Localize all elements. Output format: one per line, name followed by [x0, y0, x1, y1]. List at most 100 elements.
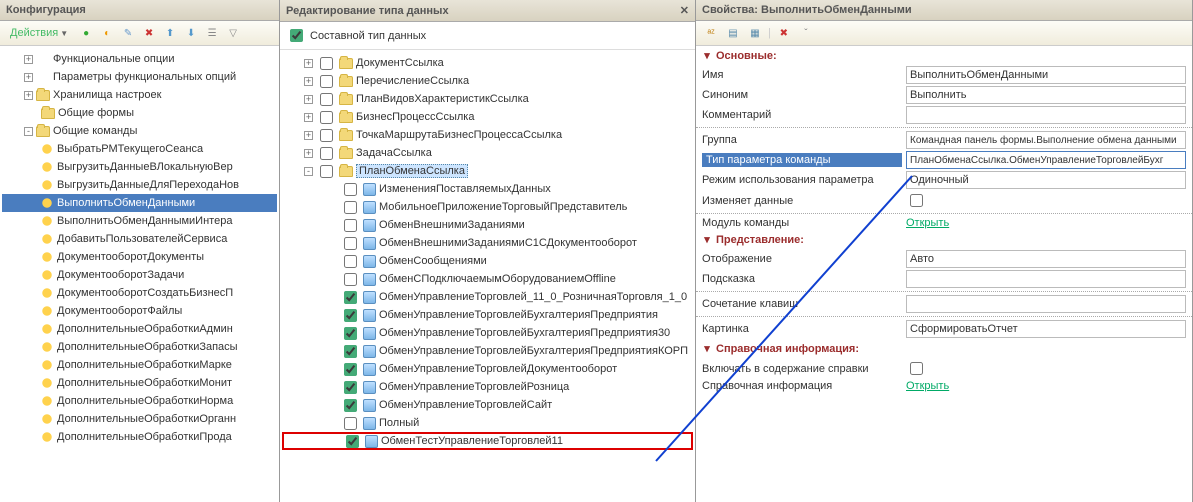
tree-row[interactable]: ДокументооборотФайлы [2, 302, 277, 320]
expand-icon[interactable]: + [24, 91, 33, 100]
modifies-checkbox[interactable] [910, 194, 923, 207]
type-checkbox[interactable] [320, 129, 333, 142]
tree-row[interactable]: ВыбратьРМТекущегоСеанса [2, 140, 277, 158]
type-checkbox[interactable] [344, 237, 357, 250]
type-tree-row[interactable]: ОбменСообщениями [282, 252, 693, 270]
type-checkbox[interactable] [320, 165, 333, 178]
tree-row[interactable]: ДополнительныеОбработкиПрода [2, 428, 277, 446]
type-tree-row[interactable]: МобильноеПриложениеТорговыйПредставитель [282, 198, 693, 216]
move-down-icon[interactable]: ⬇ [182, 24, 200, 42]
categorize2-icon[interactable]: ▦ [746, 24, 764, 42]
open-help-link[interactable]: Открыть [906, 380, 949, 392]
type-tree-row[interactable]: Полный [282, 414, 693, 432]
name-input[interactable]: ВыполнитьОбменДанными [906, 66, 1186, 84]
type-tree-row[interactable]: +ЗадачаСсылка [282, 144, 693, 162]
filter-icon[interactable]: ▽ [224, 24, 242, 42]
categorize-icon[interactable]: ▤ [724, 24, 742, 42]
expand-icon[interactable]: + [304, 77, 313, 86]
open-module-link[interactable]: Открыть [906, 217, 949, 229]
wand-icon[interactable]: ✎ [119, 24, 137, 42]
expand-icon[interactable]: - [24, 127, 33, 136]
type-tree-row[interactable]: ОбменТестУправлениеТорговлей11 [282, 432, 693, 450]
actions-menu[interactable]: Действия ▼ [4, 25, 74, 41]
type-tree-row[interactable]: +ДокументСсылка [282, 54, 693, 72]
type-checkbox[interactable] [320, 75, 333, 88]
collapse-icon[interactable]: ▾ [702, 233, 712, 246]
type-tree-row[interactable]: ОбменУправлениеТорговлейБухгалтерияПредп… [282, 324, 693, 342]
expand-icon[interactable]: + [304, 149, 313, 158]
tree-row[interactable]: ВыполнитьОбменДаннымиИнтера [2, 212, 277, 230]
type-checkbox[interactable] [344, 327, 357, 340]
expand-icon[interactable]: - [304, 167, 313, 176]
expand-icon[interactable]: + [304, 131, 313, 140]
synonym-input[interactable]: Выполнить [906, 86, 1186, 104]
expand-icon[interactable]: + [304, 59, 313, 68]
type-checkbox[interactable] [320, 57, 333, 70]
shortcut-input[interactable] [906, 295, 1186, 313]
type-tree-row[interactable]: ОбменУправлениеТорговлейДокументооборот [282, 360, 693, 378]
type-checkbox[interactable] [344, 201, 357, 214]
collapse-icon[interactable]: ▾ [702, 49, 712, 62]
add-icon[interactable]: ● [77, 24, 95, 42]
type-tree-row[interactable]: ОбменУправлениеТорговлейБухгалтерияПредп… [282, 306, 693, 324]
section-reference[interactable]: ▾ Справочная информация: [696, 339, 1192, 358]
collapse-icon[interactable]: ▾ [702, 342, 712, 355]
type-checkbox[interactable] [344, 255, 357, 268]
delete-icon[interactable]: ✖ [140, 24, 158, 42]
type-checkbox[interactable] [320, 93, 333, 106]
tree-row[interactable]: Общие формы [2, 104, 277, 122]
comment-input[interactable] [906, 106, 1186, 124]
type-checkbox[interactable] [344, 219, 357, 232]
type-tree-row[interactable]: ОбменВнешнимиЗаданиями [282, 216, 693, 234]
type-checkbox[interactable] [346, 435, 359, 448]
type-checkbox[interactable] [344, 381, 357, 394]
tree-row[interactable]: ДополнительныеОбработкиМонит [2, 374, 277, 392]
type-tree-row[interactable]: ОбменУправлениеТорговлей_11_0_РозничнаяТ… [282, 288, 693, 306]
expand-icon[interactable]: + [24, 73, 33, 82]
hint-input[interactable] [906, 270, 1186, 288]
usage-mode-input[interactable]: Одиночный [906, 171, 1186, 189]
sort-icon[interactable]: ☰ [203, 24, 221, 42]
expand-icon[interactable]: + [24, 55, 33, 64]
tree-row[interactable]: ДополнительныеОбработкиАдмин [2, 320, 277, 338]
expand-icon[interactable]: + [304, 113, 313, 122]
expand-icon[interactable]: + [304, 95, 313, 104]
tree-row[interactable]: ВыполнитьОбменДанными [2, 194, 277, 212]
type-tree-row[interactable]: ОбменУправлениеТорговлейРозница [282, 378, 693, 396]
type-tree[interactable]: +ДокументСсылка+ПеречислениеСсылка+ПланВ… [280, 50, 695, 502]
display-input[interactable]: Авто [906, 250, 1186, 268]
tree-row[interactable]: ДополнительныеОбработкиОрганн [2, 410, 277, 428]
type-checkbox[interactable] [320, 147, 333, 160]
type-checkbox[interactable] [344, 183, 357, 196]
type-tree-row[interactable]: +ТочкаМаршрутаБизнесПроцессаСсылка [282, 126, 693, 144]
clear-icon[interactable]: ✖ [775, 24, 793, 42]
type-tree-row[interactable]: ОбменВнешнимиЗаданиямиС1СДокументооборот [282, 234, 693, 252]
param-type-input[interactable]: ПланОбменаСсылка.ОбменУправлениеТорговле… [906, 151, 1186, 169]
type-tree-row[interactable]: +БизнесПроцессСсылка [282, 108, 693, 126]
type-tree-row[interactable]: -ПланОбменаСсылка [282, 162, 693, 180]
add-sub-icon[interactable]: ◐ [98, 24, 116, 42]
type-tree-row[interactable]: +ПеречислениеСсылка [282, 72, 693, 90]
type-checkbox[interactable] [320, 111, 333, 124]
tree-row[interactable]: ДополнительныеОбработкиМарке [2, 356, 277, 374]
type-checkbox[interactable] [344, 363, 357, 376]
tree-row[interactable]: ВыгрузитьДанныеДляПереходаНов [2, 176, 277, 194]
type-tree-row[interactable]: ОбменСПодключаемымОборудованиемOffline [282, 270, 693, 288]
tree-row[interactable]: +Хранилища настроек [2, 86, 277, 104]
group-input[interactable]: Командная панель формы.Выполнение обмена… [906, 131, 1186, 149]
tree-row[interactable]: +Параметры функциональных опций [2, 68, 277, 86]
section-main[interactable]: ▾ Основные: [696, 46, 1192, 65]
tree-row[interactable]: ДокументооборотДокументы [2, 248, 277, 266]
picture-input[interactable]: СформироватьОтчет [906, 320, 1186, 338]
tree-row[interactable]: ДополнительныеОбработкиНорма [2, 392, 277, 410]
type-checkbox[interactable] [344, 345, 357, 358]
composite-type-checkbox[interactable] [290, 29, 303, 42]
move-up-icon[interactable]: ⬆ [161, 24, 179, 42]
tree-row[interactable]: ДобавитьПользователейСервиса [2, 230, 277, 248]
type-checkbox[interactable] [344, 417, 357, 430]
tree-row[interactable]: -Общие команды [2, 122, 277, 140]
type-tree-row[interactable]: +ПланВидовХарактеристикСсылка [282, 90, 693, 108]
tree-row[interactable]: ДокументооборотЗадачи [2, 266, 277, 284]
type-checkbox[interactable] [344, 273, 357, 286]
sort-alpha-icon[interactable]: ᵃᶻ [702, 24, 720, 42]
